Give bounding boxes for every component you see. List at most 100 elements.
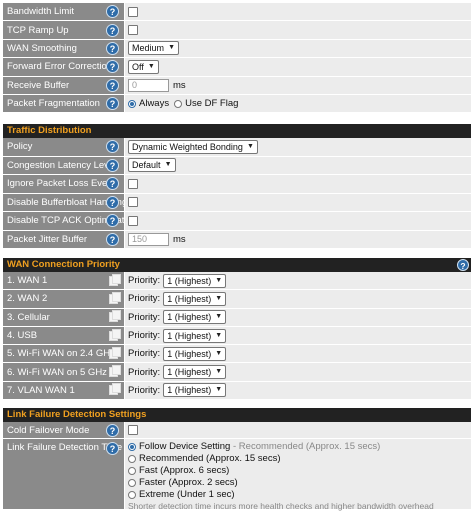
copy-icon[interactable] bbox=[109, 273, 121, 286]
cold-failover-checkbox[interactable] bbox=[128, 425, 138, 435]
detection-option-radio[interactable] bbox=[128, 491, 136, 499]
wan-priority-header: WAN Connection Priority ? bbox=[3, 258, 471, 272]
2-wan-2-label-cell: 2. WAN 2 bbox=[3, 290, 125, 308]
4-usb-priority-value: Priority: 1 (Highest) ▼ bbox=[125, 326, 471, 345]
7-vlan-wan-1-priority-select-value: 1 (Highest) bbox=[167, 385, 212, 396]
wan-row-4-usb: 4. USB Priority: 1 (Highest) ▼ bbox=[3, 326, 471, 346]
detection-option-radio[interactable] bbox=[128, 455, 136, 463]
6-wi-fi-wan-on-5-ghz-priority-value: Priority: 1 (Highest) ▼ bbox=[125, 363, 471, 381]
7-vlan-wan-1-label-cell: 7. VLAN WAN 1 bbox=[3, 381, 125, 400]
4-usb-label-cell: 4. USB bbox=[3, 326, 125, 345]
3-cellular-priority-select[interactable]: 1 (Highest) ▼ bbox=[163, 310, 227, 325]
detection-time-label-cell: Link Failure Detection Time ? bbox=[3, 439, 125, 509]
policy-row: Policy? Dynamic Weighted Bonding ▼ bbox=[3, 138, 471, 157]
2-wan-2-priority-select-value: 1 (Highest) bbox=[167, 293, 212, 304]
congestion-latency-level-select[interactable]: Default ▼ bbox=[128, 158, 176, 173]
copy-icon[interactable] bbox=[109, 328, 121, 341]
detection-option-radio[interactable] bbox=[128, 443, 136, 451]
disable-tcp-ack-optimization-checkbox[interactable] bbox=[128, 215, 138, 226]
detection-option-suffix: - Recommended (Approx. 15 secs) bbox=[230, 441, 381, 452]
4-usb-priority-select[interactable]: 1 (Highest) ▼ bbox=[163, 328, 227, 343]
disable-tcp-ack-optimization-label-cell: Disable TCP ACK Optimization? bbox=[3, 212, 125, 230]
detection-option-0: Follow Device Setting - Recommended (App… bbox=[128, 441, 471, 453]
7-vlan-wan-1-priority-select[interactable]: 1 (Highest) ▼ bbox=[163, 383, 227, 398]
1-wan-1-priority-select[interactable]: 1 (Highest) ▼ bbox=[163, 273, 227, 288]
receive-buffer-value: 0 ms bbox=[125, 76, 471, 94]
always-radio[interactable] bbox=[128, 99, 136, 108]
wan-smoothing-select[interactable]: Medium ▼ bbox=[128, 41, 180, 56]
packet-jitter-buffer-label-cell: Packet Jitter Buffer? bbox=[3, 230, 125, 248]
traffic-distribution-section: Traffic Distribution Policy? Dynamic Weig… bbox=[3, 124, 471, 249]
copy-icon[interactable] bbox=[109, 346, 121, 359]
wan-priority-section: WAN Connection Priority ? 1. WAN 1 Priori… bbox=[3, 258, 471, 401]
2-wan-2-priority-select[interactable]: 1 (Highest) ▼ bbox=[163, 291, 227, 306]
ignore-packet-loss-event-checkbox[interactable] bbox=[128, 178, 138, 189]
chevron-down-icon: ▼ bbox=[164, 161, 172, 169]
ignore-packet-loss-event-value bbox=[125, 175, 471, 193]
packet-fragmentation-row: Packet Fragmentation? Always Use DF Flag bbox=[3, 94, 471, 114]
tcp-ramp-up-checkbox[interactable] bbox=[128, 25, 138, 36]
bandwidth-limit-row: Bandwidth Limit? bbox=[3, 3, 471, 22]
policy-select[interactable]: Dynamic Weighted Bonding ▼ bbox=[128, 139, 258, 154]
5-wi-fi-wan-on-2-4-ghz-priority-select[interactable]: 1 (Highest) ▼ bbox=[163, 346, 227, 361]
general-settings-section: Bandwidth Limit? TCP Ramp Up? WAN Smoothin… bbox=[3, 3, 471, 114]
forward-error-correction-select-value: Off bbox=[132, 61, 144, 72]
1-wan-1-priority-select-value: 1 (Highest) bbox=[167, 275, 212, 286]
tcp-ramp-up-help-icon[interactable]: ? bbox=[106, 23, 119, 37]
cold-failover-help-icon[interactable]: ? bbox=[106, 423, 119, 437]
traffic-distribution-rows: Policy? Dynamic Weighted Bonding ▼ Congesti… bbox=[3, 138, 471, 249]
4-usb-priority-select-value: 1 (Highest) bbox=[167, 330, 212, 341]
receive-buffer-row: Receive Buffer? 0 ms bbox=[3, 76, 471, 95]
cold-failover-row: Cold Failover Mode ? bbox=[3, 422, 471, 439]
copy-icon[interactable] bbox=[109, 310, 121, 323]
wan-row-5-wi-fi-wan-on-2-4-ghz: 5. Wi-Fi WAN on 2.4 GHz Priority: 1 (Highe… bbox=[3, 345, 471, 364]
general-settings-rows: Bandwidth Limit? TCP Ramp Up? WAN Smoothin… bbox=[3, 3, 471, 114]
congestion-latency-level-label-cell: Congestion Latency Level? bbox=[3, 156, 125, 174]
traffic-distribution-title: Traffic Distribution bbox=[7, 125, 92, 136]
copy-icon[interactable] bbox=[109, 383, 121, 396]
use-df-flag-radio-label: Use DF Flag bbox=[185, 98, 239, 110]
chevron-down-icon: ▼ bbox=[215, 349, 223, 357]
bandwidth-limit-checkbox[interactable] bbox=[128, 6, 138, 17]
forward-error-correction-label-cell: Forward Error Correction? bbox=[3, 58, 125, 76]
wan-smoothing-help-icon[interactable]: ? bbox=[106, 41, 119, 55]
chevron-down-icon: ▼ bbox=[215, 386, 223, 394]
copy-icon[interactable] bbox=[109, 365, 121, 378]
1-wan-1-label-cell: 1. WAN 1 bbox=[3, 272, 125, 290]
detection-time-row: Link Failure Detection Time ? Follow Dev… bbox=[3, 439, 471, 511]
chevron-down-icon: ▼ bbox=[215, 331, 223, 339]
congestion-latency-level-value: Default ▼ bbox=[125, 156, 471, 174]
packet-jitter-buffer-help-icon[interactable]: ? bbox=[106, 232, 119, 246]
wan-priority-help-icon[interactable]: ? bbox=[457, 259, 469, 271]
ignore-packet-loss-event-label-cell: Ignore Packet Loss Event? bbox=[3, 175, 125, 193]
congestion-latency-level-help-icon[interactable]: ? bbox=[106, 158, 119, 172]
2-wan-2-label: 2. WAN 2 bbox=[7, 293, 48, 305]
receive-buffer-input[interactable]: 0 bbox=[128, 78, 169, 92]
detection-option-radio[interactable] bbox=[128, 467, 136, 475]
disable-bufferbloat-handling-help-icon[interactable]: ? bbox=[106, 195, 119, 209]
disable-tcp-ack-optimization-row: Disable TCP ACK Optimization? bbox=[3, 212, 471, 231]
7-vlan-wan-1-label: 7. VLAN WAN 1 bbox=[7, 384, 75, 396]
detection-time-value: Follow Device Setting - Recommended (App… bbox=[125, 439, 471, 511]
wan-smoothing-select-value: Medium bbox=[132, 43, 165, 54]
5-wi-fi-wan-on-2-4-ghz-priority-value: Priority: 1 (Highest) ▼ bbox=[125, 345, 471, 363]
packet-jitter-buffer-input[interactable]: 150 bbox=[128, 232, 169, 246]
forward-error-correction-select[interactable]: Off ▼ bbox=[128, 59, 159, 74]
3-cellular-priority-value: Priority: 1 (Highest) ▼ bbox=[125, 308, 471, 326]
disable-bufferbloat-handling-checkbox[interactable] bbox=[128, 197, 138, 208]
2-wan-2-priority-value: Priority: 1 (Highest) ▼ bbox=[125, 290, 471, 308]
receive-buffer-help-icon[interactable]: ? bbox=[106, 78, 119, 92]
6-wi-fi-wan-on-5-ghz-priority-select[interactable]: 1 (Highest) ▼ bbox=[163, 365, 227, 380]
wan-row-2-wan-2: 2. WAN 2 Priority: 1 (Highest) ▼ bbox=[3, 290, 471, 309]
4-usb-label: 4. USB bbox=[7, 330, 38, 342]
detection-option-2: Fast (Approx. 6 secs) bbox=[128, 465, 471, 477]
chevron-down-icon: ▼ bbox=[246, 142, 254, 150]
copy-icon[interactable] bbox=[109, 291, 121, 304]
wan-smoothing-value: Medium ▼ bbox=[125, 39, 471, 58]
detection-option-label: Fast (Approx. 6 secs) bbox=[139, 465, 230, 476]
use-df-flag-radio[interactable] bbox=[174, 99, 183, 108]
detection-option-radio[interactable] bbox=[128, 479, 136, 487]
congestion-latency-level-row: Congestion Latency Level? Default ▼ bbox=[3, 156, 471, 175]
5-wi-fi-wan-on-2-4-ghz-priority-select-value: 1 (Highest) bbox=[167, 348, 212, 359]
detection-time-help-icon[interactable]: ? bbox=[106, 441, 119, 455]
